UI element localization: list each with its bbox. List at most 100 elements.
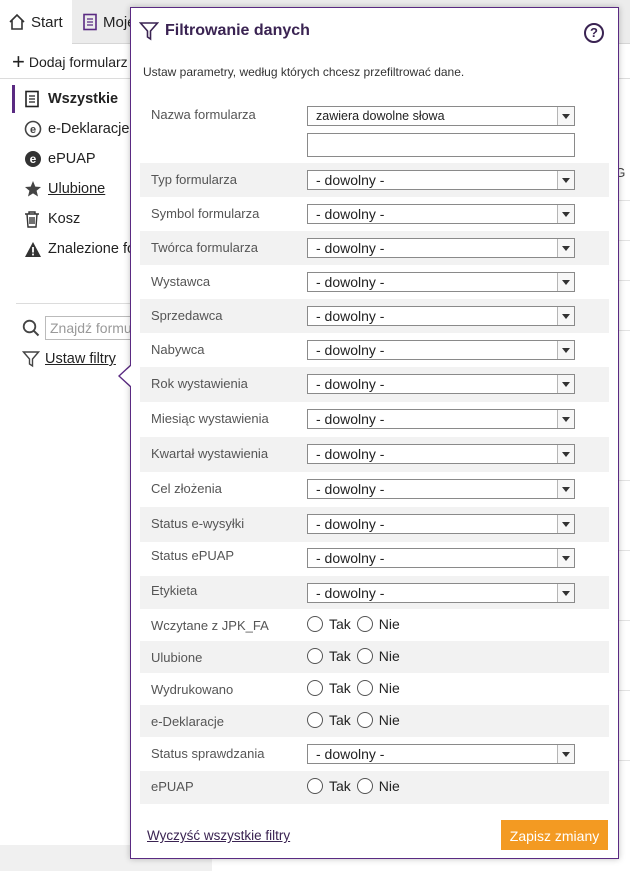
typ-formularza-select[interactable]: - dowolny -	[307, 170, 575, 190]
tab-start[interactable]: Start	[0, 0, 72, 44]
filter-row-nazwa-formularza: Nazwa formularza zawiera dowolne słowa	[140, 101, 609, 163]
dialog-description: Ustaw parametry, według których chcesz p…	[143, 65, 465, 79]
filter-row-symbol-formularza: Symbol formularza - dowolny -	[140, 197, 609, 231]
radio-circle[interactable]	[307, 648, 323, 664]
filter-row-status-e-wysylki: Status e-wysyłki - dowolny -	[140, 507, 609, 542]
filter-row-tworca-formularza: Twórca formularza - dowolny -	[140, 231, 609, 265]
chevron-down-icon	[557, 107, 574, 125]
radio-circle[interactable]	[307, 712, 323, 728]
warning-icon	[24, 241, 48, 258]
sprzedawca-select[interactable]: - dowolny -	[307, 306, 575, 326]
help-icon[interactable]: ?	[584, 23, 604, 43]
cel-zlozenia-select[interactable]: - dowolny -	[307, 479, 575, 499]
field-label: Wczytane z JPK_FA	[151, 618, 269, 633]
radio-label: Nie	[378, 680, 400, 696]
rok-wystawienia-select[interactable]: - dowolny -	[307, 374, 575, 394]
radio-nie[interactable]: Nie	[356, 648, 400, 664]
popover-caret-fill	[120, 365, 132, 387]
etykieta-select[interactable]: - dowolny -	[307, 583, 575, 603]
radio-circle[interactable]	[356, 680, 373, 696]
svg-text:e: e	[30, 124, 36, 136]
select-value: - dowolny -	[316, 206, 385, 222]
radio-circle[interactable]	[307, 616, 323, 632]
select-value: - dowolny -	[316, 585, 385, 601]
radio-label: Nie	[378, 712, 400, 728]
chevron-down-icon	[557, 445, 574, 463]
chevron-down-icon	[557, 205, 574, 223]
kwartal-wystawienia-select[interactable]: - dowolny -	[307, 444, 575, 464]
radio-tak[interactable]: Tak	[307, 680, 351, 696]
star-icon	[24, 180, 48, 198]
ulubione-radios: Tak Nie	[307, 648, 406, 664]
filter-row-etykieta: Etykieta - dowolny -	[140, 576, 609, 609]
filter-row-epuap: ePUAP Tak Nie	[140, 771, 609, 804]
symbol-formularza-select[interactable]: - dowolny -	[307, 204, 575, 224]
clear-all-filters-link[interactable]: Wyczyść wszystkie filtry	[147, 828, 290, 843]
radio-label: Nie	[378, 648, 400, 664]
radio-label: Tak	[329, 712, 351, 728]
wydrukowano-radios: Tak Nie	[307, 680, 406, 696]
select-value: zawiera dowolne słowa	[316, 109, 445, 123]
filter-row-miesiac-wystawienia: Miesiąc wystawienia - dowolny -	[140, 402, 609, 437]
field-label: ePUAP	[151, 779, 194, 794]
field-label: Status e-wysyłki	[151, 516, 245, 531]
select-value: - dowolny -	[316, 274, 385, 290]
radio-circle[interactable]	[307, 778, 323, 794]
radio-circle[interactable]	[356, 648, 373, 664]
radio-circle[interactable]	[307, 680, 323, 696]
radio-tak[interactable]: Tak	[307, 778, 351, 794]
status-sprawdzania-select[interactable]: - dowolny -	[307, 744, 575, 764]
radio-label: Tak	[329, 616, 351, 632]
miesiac-wystawienia-select[interactable]: - dowolny -	[307, 409, 575, 429]
filter-row-sprzedawca: Sprzedawca - dowolny -	[140, 299, 609, 333]
chevron-down-icon	[557, 584, 574, 602]
field-label: Miesiąc wystawienia	[151, 411, 269, 426]
field-label: Status sprawdzania	[151, 746, 265, 761]
epuap-radios: Tak Nie	[307, 778, 406, 794]
document-icon	[83, 13, 97, 31]
chevron-down-icon	[557, 307, 574, 325]
tab-moje[interactable]: Moje	[74, 0, 136, 44]
field-label: Wystawca	[151, 274, 211, 289]
status-epuap-select[interactable]: - dowolny -	[307, 548, 575, 568]
field-label: Wydrukowano	[151, 682, 234, 697]
radio-tak[interactable]: Tak	[307, 712, 351, 728]
chevron-down-icon	[557, 515, 574, 533]
radio-nie[interactable]: Nie	[356, 616, 400, 632]
field-label: Kwartał wystawienia	[151, 446, 269, 461]
nazwa-formularza-input[interactable]	[307, 133, 575, 157]
nazwa-formularza-select[interactable]: zawiera dowolne słowa	[307, 106, 575, 126]
field-label: Typ formularza	[151, 172, 237, 187]
add-form-button[interactable]: + Dodaj formularz	[12, 49, 128, 74]
sidebar-item-label: Ulubione	[48, 181, 106, 197]
plus-icon: +	[12, 49, 25, 74]
radio-nie[interactable]: Nie	[356, 778, 400, 794]
trash-icon	[24, 210, 48, 228]
field-label: Nazwa formularza	[151, 107, 256, 122]
set-filters-link[interactable]: Ustaw filtry	[22, 350, 116, 368]
select-value: - dowolny -	[316, 172, 385, 188]
radio-tak[interactable]: Tak	[307, 616, 351, 632]
add-form-label: Dodaj formularz	[28, 54, 128, 70]
status-e-wysylki-select[interactable]: - dowolny -	[307, 514, 575, 534]
chevron-down-icon	[557, 171, 574, 189]
radio-circle[interactable]	[356, 778, 373, 794]
radio-nie[interactable]: Nie	[356, 712, 400, 728]
radio-nie[interactable]: Nie	[356, 680, 400, 696]
select-value: - dowolny -	[316, 550, 385, 566]
search-icon	[22, 319, 40, 337]
wystawca-select[interactable]: - dowolny -	[307, 272, 575, 292]
radio-tak[interactable]: Tak	[307, 648, 351, 664]
chevron-down-icon	[557, 745, 574, 763]
radio-circle[interactable]	[356, 712, 373, 728]
chevron-down-icon	[557, 549, 574, 567]
e-deklaracje-icon: e	[24, 120, 48, 138]
nabywca-select[interactable]: - dowolny -	[307, 340, 575, 360]
select-value: - dowolny -	[316, 746, 385, 762]
filter-row-nabywca: Nabywca - dowolny -	[140, 333, 609, 367]
radio-circle[interactable]	[356, 616, 373, 632]
chevron-down-icon	[557, 410, 574, 428]
tworca-formularza-select[interactable]: - dowolny -	[307, 238, 575, 258]
save-changes-button[interactable]: Zapisz zmiany	[501, 820, 608, 850]
chevron-down-icon	[557, 341, 574, 359]
